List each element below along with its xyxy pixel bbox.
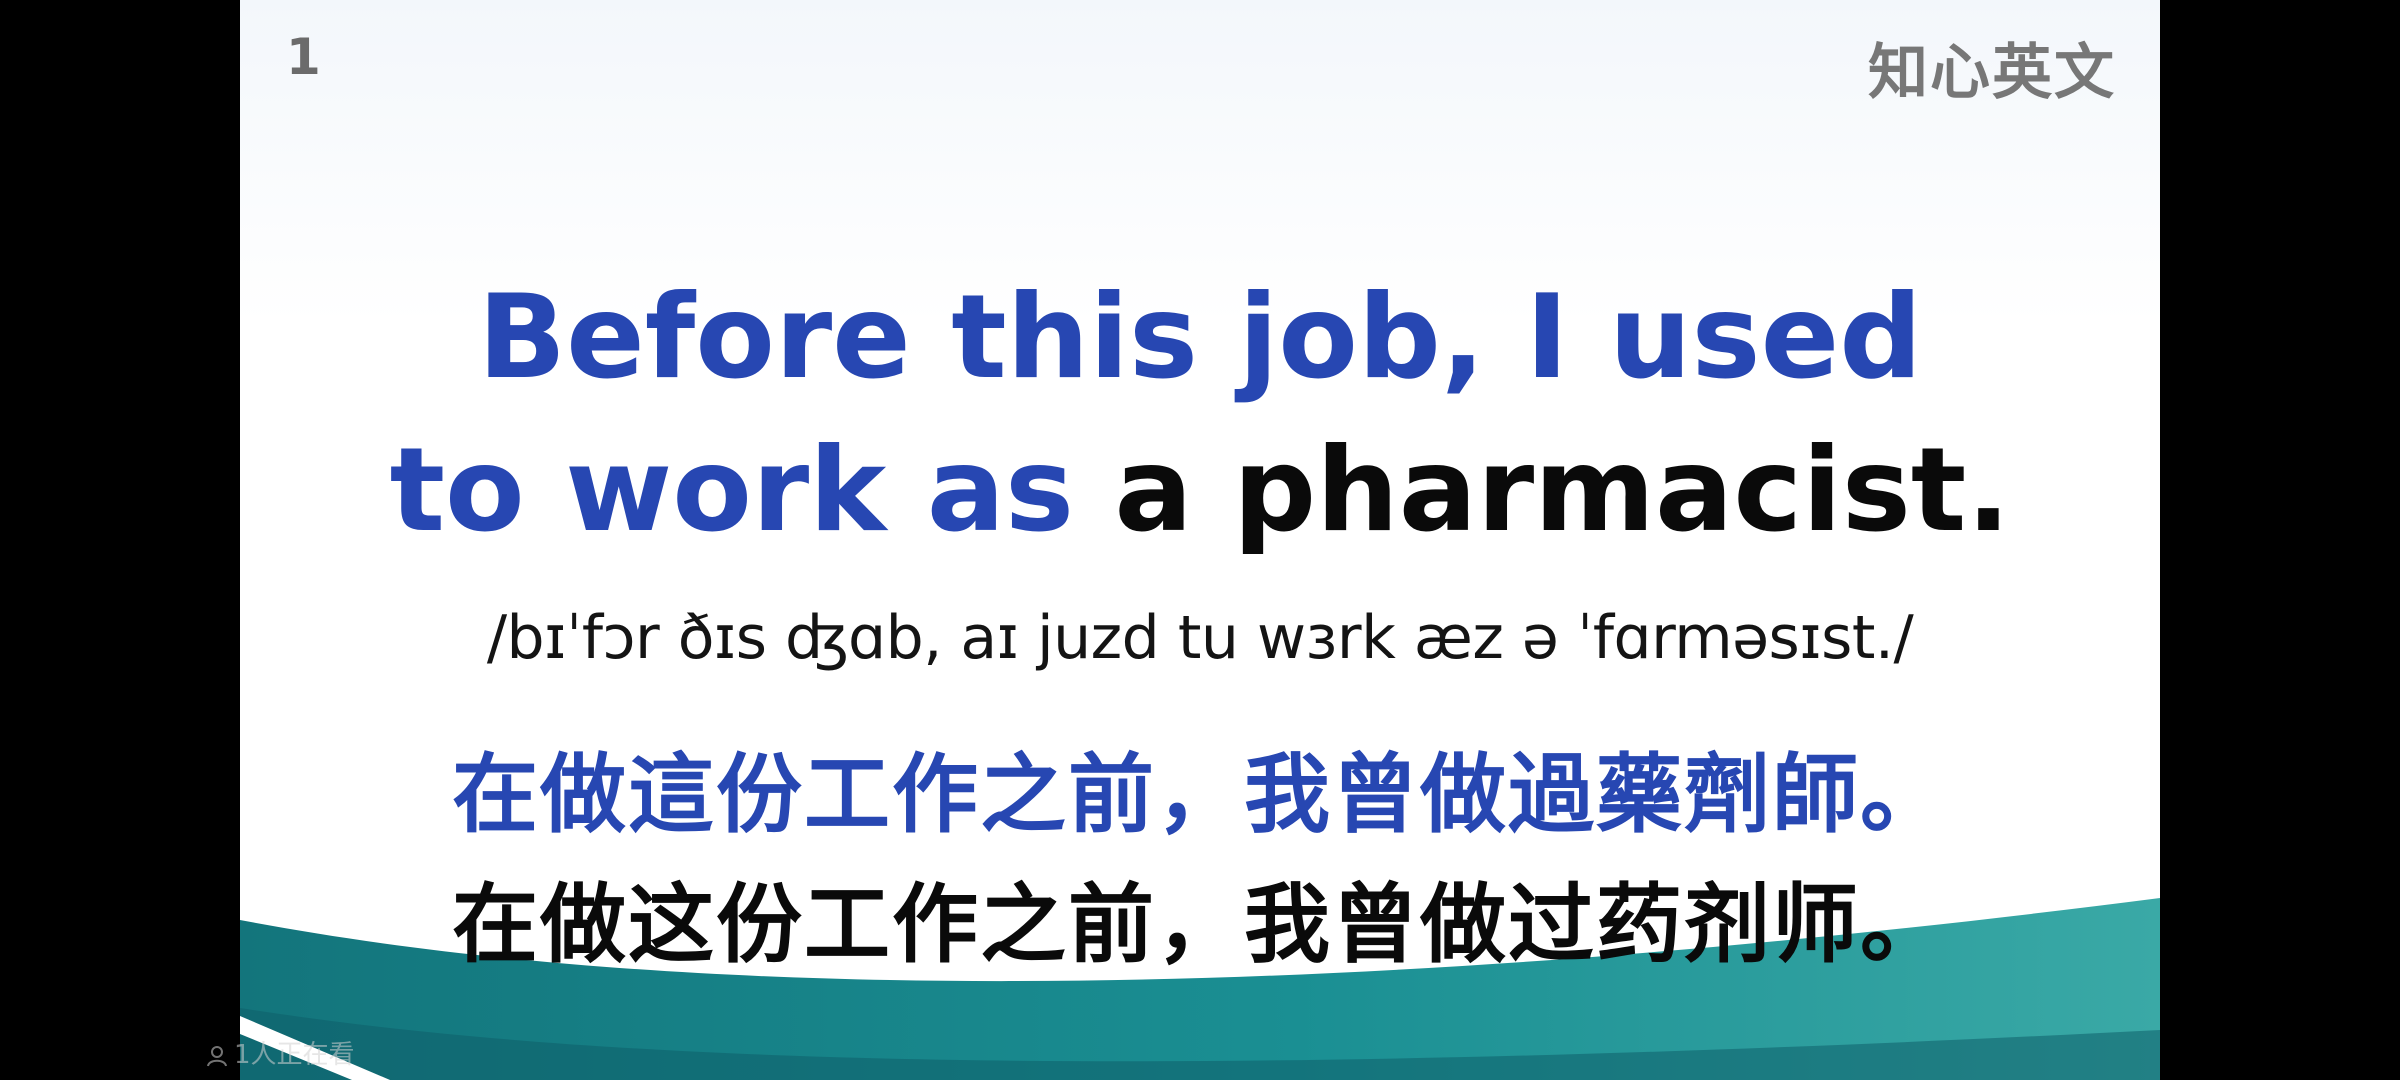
- english-sentence-line-2: to work as a pharmacist.: [240, 433, 2160, 549]
- person-icon: [207, 1045, 227, 1066]
- brand-logo-text: 知心英文: [1868, 38, 2116, 108]
- english-highlight-phrase: to work as: [389, 423, 1075, 558]
- video-player-screen[interactable]: 1 知心英文 Before this job, I used to work a…: [0, 0, 2400, 1080]
- lesson-slide: 1 知心英文 Before this job, I used to work a…: [240, 0, 2160, 1080]
- english-keyword-phrase: a pharmacist.: [1114, 423, 2011, 558]
- english-sentence-line-1: Before this job, I used: [477, 270, 1923, 405]
- chinese-simplified-translation: 在做这份工作之前，我曾做过药剂师。: [452, 875, 1948, 975]
- viewer-count-overlay: 1人正在看: [206, 1034, 355, 1071]
- slide-number: 1: [286, 28, 321, 86]
- ipa-transcription: /bɪˈfɔr ðɪs ʤɑb, aɪ juzd tu wɜrk æz ə ˈf…: [486, 603, 1914, 673]
- viewer-count-text: 1人正在看: [234, 1040, 355, 1070]
- chinese-traditional-translation: 在做這份工作之前，我曾做過藥劑師。: [452, 745, 1948, 845]
